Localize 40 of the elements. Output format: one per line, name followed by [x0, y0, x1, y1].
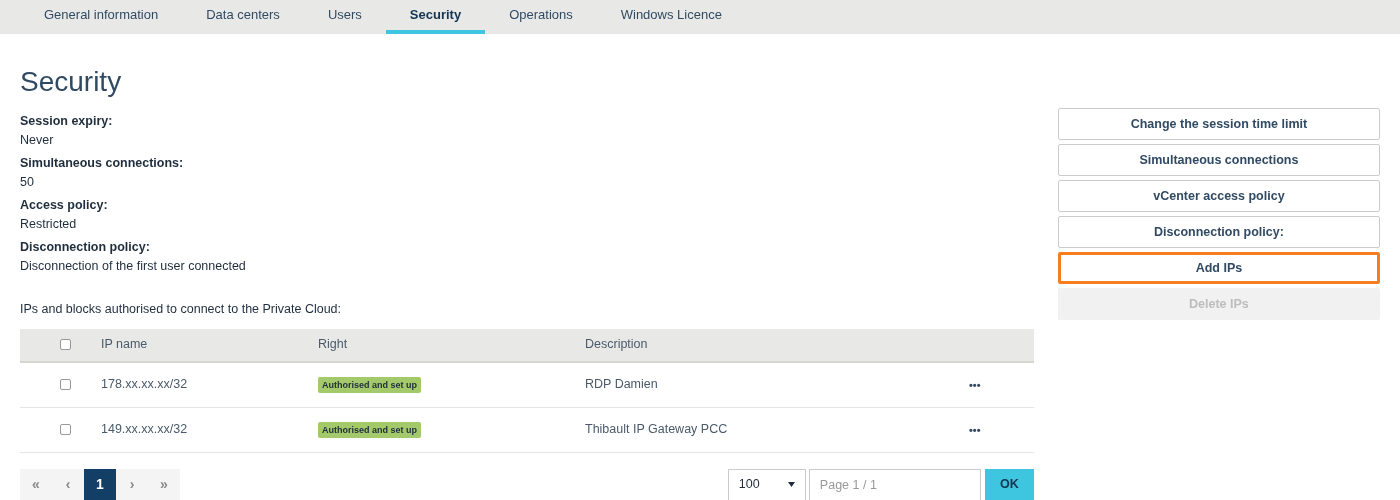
- status-badge: Authorised and set up: [318, 422, 421, 439]
- action-button[interactable]: Simultaneous connections: [1057, 144, 1380, 176]
- page-size-select[interactable]: 100: [727, 468, 806, 500]
- property-value: Never: [20, 132, 55, 149]
- property-value: Disconnection of the first user connected: [20, 258, 247, 275]
- property-label: Access policy:: [20, 197, 109, 214]
- column-header: IP name: [101, 336, 149, 354]
- checkbox[interactable]: [60, 424, 71, 436]
- page-title: Security: [20, 65, 123, 99]
- tab[interactable]: General information: [20, 0, 183, 34]
- checkbox[interactable]: [60, 339, 71, 351]
- column-header: Description: [585, 336, 648, 354]
- page-input[interactable]: Page 1 / 1: [808, 468, 981, 500]
- table-cell-text: RDP Damien: [585, 376, 659, 394]
- table-caption: IPs and blocks authorised to connect to the Private Cloud:: [20, 301, 343, 318]
- action-button[interactable]: Add IPs: [1057, 252, 1380, 284]
- ok-button[interactable]: OK: [984, 468, 1034, 500]
- property-value: 50: [20, 174, 35, 191]
- tab[interactable]: Windows Licence: [596, 0, 746, 34]
- property-label: Session expiry:: [20, 113, 114, 130]
- action-button[interactable]: Change the session time limit: [1057, 108, 1380, 140]
- property-value: Restricted: [20, 216, 78, 233]
- table-cell-text: Thibault IP Gateway PCC: [585, 421, 729, 439]
- tab[interactable]: Security: [385, 0, 486, 34]
- column-header: Right: [318, 336, 349, 354]
- property-label: Disconnection policy:: [20, 239, 151, 256]
- tab[interactable]: Data centers: [182, 0, 304, 34]
- action-button[interactable]: Disconnection policy:: [1057, 216, 1380, 248]
- checkbox[interactable]: [60, 379, 71, 391]
- page-button[interactable]: 1: [84, 468, 116, 500]
- caret-icon: [787, 482, 795, 488]
- more-button[interactable]: •••: [969, 376, 981, 393]
- property-label: Simultaneous connections:: [20, 155, 185, 172]
- tab[interactable]: Users: [303, 0, 386, 34]
- more-button[interactable]: •••: [969, 421, 981, 438]
- table-cell-text: 149.xx.xx.xx/32: [101, 421, 189, 439]
- tab[interactable]: Operations: [485, 0, 597, 34]
- action-button[interactable]: vCenter access policy: [1057, 180, 1380, 212]
- table-cell-text: 178.xx.xx.xx/32: [101, 376, 189, 394]
- status-badge: Authorised and set up: [318, 377, 421, 394]
